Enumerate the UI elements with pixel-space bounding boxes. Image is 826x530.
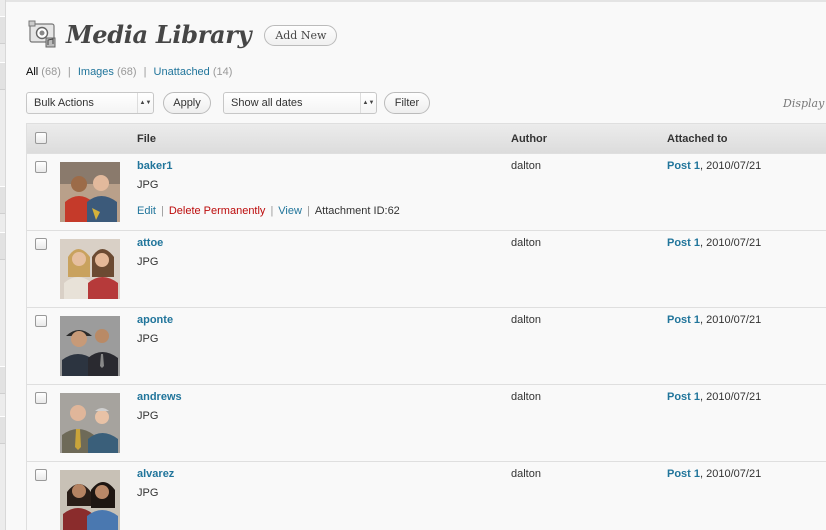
table-row: baker1 JPG Edit | Delete Permanently | View |… [27, 154, 826, 231]
separator: | [160, 205, 164, 217]
attached-to: Post 1, 2010/07/21 [667, 391, 761, 403]
admin-menu-edge [0, 0, 6, 530]
thumbnail-image[interactable] [60, 393, 120, 453]
table-row: attoe JPG dalton Post 1, 2010/07/21 [27, 231, 826, 308]
table-row: andrews JPG dalton Post 1, 2010/07/21 [27, 385, 826, 462]
separator: | [306, 205, 310, 217]
column-author[interactable]: Author [511, 133, 547, 145]
filter-images-count: (68) [116, 66, 137, 78]
file-type: JPG [137, 179, 159, 191]
row-checkbox[interactable] [35, 392, 47, 404]
menu-edge-item[interactable] [0, 416, 5, 444]
select-arrows-icon: ▲▼ [360, 93, 376, 113]
column-file[interactable]: File [137, 133, 156, 145]
attached-to: Post 1, 2010/07/21 [667, 314, 761, 326]
file-type: JPG [137, 256, 159, 268]
thumbnail-image[interactable] [60, 162, 120, 222]
attached-to: Post 1, 2010/07/21 [667, 468, 761, 480]
select-all-checkbox[interactable] [35, 132, 47, 144]
separator: | [67, 66, 71, 78]
filter-all[interactable]: All [26, 66, 38, 78]
delete-permanently-link[interactable]: Delete Permanently [169, 205, 266, 217]
select-arrows-icon: ▲▼ [137, 93, 153, 113]
filter-images[interactable]: Images [78, 66, 114, 78]
row-actions: Edit | Delete Permanently | View | Attachment … [137, 205, 400, 217]
file-name-link[interactable]: alvarez [137, 468, 174, 480]
bulk-actions-value: Bulk Actions [34, 97, 94, 109]
author-name: dalton [511, 391, 541, 403]
attached-date: , 2010/07/21 [700, 160, 762, 172]
author-name: dalton [511, 160, 541, 172]
edit-link[interactable]: Edit [137, 205, 156, 217]
menu-edge-item[interactable] [0, 366, 5, 394]
row-checkbox[interactable] [35, 469, 47, 481]
file-type: JPG [137, 410, 159, 422]
file-name-link[interactable]: aponte [137, 314, 173, 326]
page-title: Media Library [66, 19, 252, 49]
attached-date: , 2010/07/21 [700, 314, 762, 326]
attached-date: , 2010/07/21 [700, 237, 762, 249]
filter-unattached[interactable]: Unattached [154, 66, 210, 78]
menu-edge-item[interactable] [0, 62, 5, 90]
row-checkbox[interactable] [35, 315, 47, 327]
author-name: dalton [511, 237, 541, 249]
add-new-button[interactable]: Add New [264, 24, 338, 46]
file-type: JPG [137, 333, 159, 345]
menu-edge-item[interactable] [0, 16, 5, 44]
file-name-link[interactable]: baker1 [137, 160, 172, 172]
post-link[interactable]: Post 1 [667, 391, 700, 403]
separator: | [143, 66, 147, 78]
view-link[interactable]: View [278, 205, 302, 217]
author-name: dalton [511, 314, 541, 326]
thumbnail-image[interactable] [60, 470, 120, 530]
thumbnail-image[interactable] [60, 316, 120, 376]
post-link[interactable]: Post 1 [667, 237, 700, 249]
filter-unattached-count: (14) [212, 66, 233, 78]
dates-select[interactable]: Show all dates ▲▼ [223, 92, 377, 114]
file-name-link[interactable]: attoe [137, 237, 163, 249]
attached-to: Post 1, 2010/07/21 [667, 160, 761, 172]
bulk-actions-select[interactable]: Bulk Actions ▲▼ [26, 92, 154, 114]
table-row: alvarez JPG dalton Post 1, 2010/07/21 [27, 462, 826, 530]
menu-edge-item[interactable] [0, 232, 5, 260]
attachment-id: Attachment ID:62 [314, 205, 400, 217]
page-header: Media Library Add New [26, 16, 338, 52]
file-name-link[interactable]: andrews [137, 391, 182, 403]
post-link[interactable]: Post 1 [667, 468, 700, 480]
column-attached-to[interactable]: Attached to [667, 133, 728, 145]
file-type: JPG [137, 487, 159, 499]
attached-date: , 2010/07/21 [700, 391, 762, 403]
table-nav: Bulk Actions ▲▼ Apply Show all dates ▲▼ … [26, 91, 826, 115]
view-filters: All (68) | Images (68) | Unattached (14) [26, 66, 232, 78]
top-border [0, 0, 826, 2]
thumbnail-image[interactable] [60, 239, 120, 299]
table-header: File Author Attached to [27, 124, 826, 154]
dates-value: Show all dates [231, 97, 303, 109]
menu-edge-item[interactable] [0, 186, 5, 214]
author-name: dalton [511, 468, 541, 480]
separator: | [270, 205, 274, 217]
media-table: File Author Attached to baker1 JPG Edit |… [26, 123, 826, 530]
attached-to: Post 1, 2010/07/21 [667, 237, 761, 249]
table-row: aponte JPG dalton Post 1, 2010/07/21 [27, 308, 826, 385]
filter-button[interactable]: Filter [384, 92, 430, 114]
row-checkbox[interactable] [35, 161, 47, 173]
media-library-icon [28, 20, 56, 48]
filter-all-count: (68) [41, 66, 61, 78]
attached-date: , 2010/07/21 [700, 468, 762, 480]
apply-button[interactable]: Apply [163, 92, 211, 114]
post-link[interactable]: Post 1 [667, 314, 700, 326]
post-link[interactable]: Post 1 [667, 160, 700, 172]
display-label: Display [783, 97, 825, 110]
row-checkbox[interactable] [35, 238, 47, 250]
